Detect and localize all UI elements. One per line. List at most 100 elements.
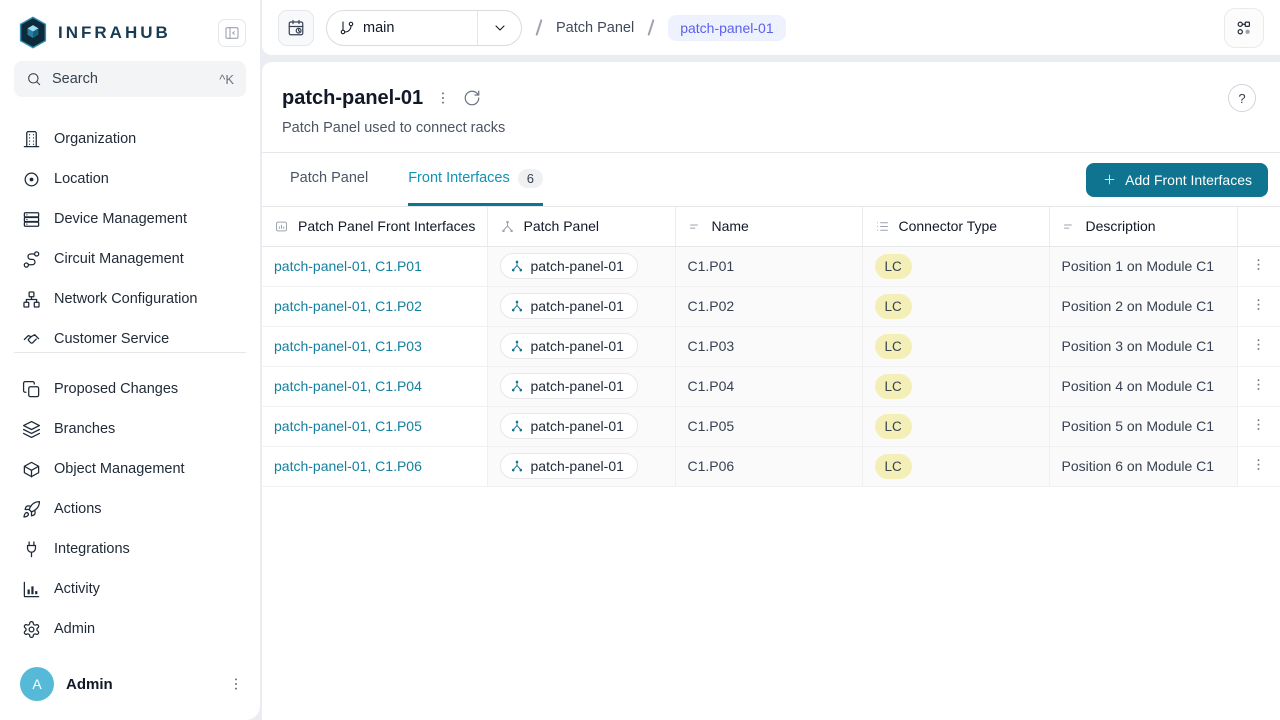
refresh-button[interactable] <box>463 89 481 107</box>
add-front-interfaces-button[interactable]: Add Front Interfaces <box>1086 163 1268 197</box>
description-cell: Position 5 on Module C1 <box>1049 406 1237 446</box>
relationship-icon <box>510 459 524 473</box>
patch-panel-chip[interactable]: patch-panel-01 <box>500 293 638 319</box>
user-menu-button[interactable] <box>228 676 244 692</box>
kebab-icon <box>1251 377 1266 392</box>
main-column: main Patch Panel patch-panel-01 patch-pa… <box>262 0 1280 720</box>
text-icon <box>1062 219 1077 234</box>
sidebar-item-device-management[interactable]: Device Management <box>14 199 246 239</box>
sidebar-item-label: Object Management <box>54 461 185 477</box>
table-row: patch-panel-01, C1.P04 patch-panel-01 C1… <box>262 366 1280 406</box>
row-menu-button[interactable] <box>1251 457 1266 472</box>
time-travel-button[interactable] <box>278 10 314 46</box>
sidebar-item-label: Branches <box>54 421 115 437</box>
connector-type-badge: LC <box>875 454 912 479</box>
table-row: patch-panel-01, C1.P06 patch-panel-01 C1… <box>262 446 1280 486</box>
sidebar-item-actions[interactable]: Actions <box>14 489 246 529</box>
patch-panel-chip-label: patch-panel-01 <box>531 418 624 434</box>
row-menu-button[interactable] <box>1251 337 1266 352</box>
sidebar-item-circuit-management[interactable]: Circuit Management <box>14 239 246 279</box>
page-subtitle: Patch Panel used to connect racks <box>282 120 1256 136</box>
user-name: Admin <box>66 676 216 693</box>
calendar-clock-icon <box>287 19 305 37</box>
sidebar-item-location[interactable]: Location <box>14 159 246 199</box>
app-root: INFRAHUB Search ^K Organization <box>0 0 1280 720</box>
breadcrumb-separator <box>648 19 655 36</box>
plug-icon <box>22 540 41 559</box>
sidebar-item-customer-service[interactable]: Customer Service <box>14 319 246 349</box>
breadcrumb-separator <box>535 19 542 36</box>
branch-name: main <box>363 20 394 36</box>
kebab-icon <box>1251 257 1266 272</box>
row-menu-button[interactable] <box>1251 377 1266 392</box>
sidebar-item-network-configuration[interactable]: Network Configuration <box>14 279 246 319</box>
column-header-name: Name <box>675 207 862 246</box>
object-menu-button[interactable] <box>435 90 451 106</box>
kebab-icon <box>1251 337 1266 352</box>
name-cell: C1.P03 <box>675 326 862 366</box>
connector-type-badge: LC <box>875 414 912 439</box>
patch-panel-chip[interactable]: patch-panel-01 <box>500 373 638 399</box>
collapse-sidebar-button[interactable] <box>218 19 246 47</box>
patch-panel-chip[interactable]: patch-panel-01 <box>500 413 638 439</box>
patch-panel-chip[interactable]: patch-panel-01 <box>500 453 638 479</box>
schema-explorer-button[interactable] <box>1224 8 1264 48</box>
help-button[interactable]: ? <box>1228 84 1256 112</box>
brand-wordmark: INFRAHUB <box>58 23 208 43</box>
front-interface-link[interactable]: patch-panel-01, C1.P02 <box>274 298 422 314</box>
refresh-icon <box>463 89 481 107</box>
breadcrumb-current[interactable]: patch-panel-01 <box>668 15 785 41</box>
breadcrumb-parent[interactable]: Patch Panel <box>556 20 634 36</box>
tabs-bar: Patch Panel Front Interfaces 6 Add Front… <box>262 153 1280 207</box>
connector-type-badge: LC <box>875 254 912 279</box>
sidebar-item-object-management[interactable]: Object Management <box>14 449 246 489</box>
search-input[interactable]: Search ^K <box>14 61 246 97</box>
row-menu-button[interactable] <box>1251 257 1266 272</box>
sidebar-item-label: Integrations <box>54 541 130 557</box>
tab-patch-panel[interactable]: Patch Panel <box>290 153 368 206</box>
sidebar-header: INFRAHUB <box>0 0 260 61</box>
row-menu-button[interactable] <box>1251 417 1266 432</box>
sidebar-item-activity[interactable]: Activity <box>14 569 246 609</box>
patch-panel-chip-label: patch-panel-01 <box>531 338 624 354</box>
kebab-icon <box>435 90 451 106</box>
patch-panel-chip[interactable]: patch-panel-01 <box>500 333 638 359</box>
add-button-label: Add Front Interfaces <box>1125 172 1252 188</box>
sidebar-item-organization[interactable]: Organization <box>14 119 246 159</box>
branch-selector[interactable]: main <box>326 10 522 46</box>
patch-panel-chip[interactable]: patch-panel-01 <box>500 253 638 279</box>
search-icon <box>26 71 42 87</box>
table-row: patch-panel-01, C1.P02 patch-panel-01 C1… <box>262 286 1280 326</box>
description-cell: Position 3 on Module C1 <box>1049 326 1237 366</box>
name-cell: C1.P02 <box>675 286 862 326</box>
object-header: patch-panel-01 ? Patch Panel used to con… <box>262 62 1280 153</box>
branch-selector-caret[interactable] <box>477 11 521 45</box>
sidebar-item-integrations[interactable]: Integrations <box>14 529 246 569</box>
front-interface-link[interactable]: patch-panel-01, C1.P01 <box>274 258 422 274</box>
kebab-icon <box>1251 417 1266 432</box>
sidebar-item-label: Proposed Changes <box>54 381 178 397</box>
name-cell: C1.P06 <box>675 446 862 486</box>
user-menu[interactable]: A Admin <box>0 658 260 710</box>
sidebar-item-admin[interactable]: Admin <box>14 609 246 649</box>
avatar: A <box>20 667 54 701</box>
sidebar-menu-secondary: Proposed Changes Branches Object Managem… <box>0 369 260 649</box>
description-cell: Position 2 on Module C1 <box>1049 286 1237 326</box>
sidebar-item-proposed-changes[interactable]: Proposed Changes <box>14 369 246 409</box>
sidebar-item-branches[interactable]: Branches <box>14 409 246 449</box>
sidebar: INFRAHUB Search ^K Organization <box>0 0 260 720</box>
row-menu-button[interactable] <box>1251 297 1266 312</box>
tab-front-interfaces[interactable]: Front Interfaces 6 <box>408 153 543 206</box>
infrahub-logo <box>18 16 48 49</box>
front-interface-link[interactable]: patch-panel-01, C1.P06 <box>274 458 422 474</box>
sidebar-item-label: Activity <box>54 581 100 597</box>
name-cell: C1.P04 <box>675 366 862 406</box>
column-header-description: Description <box>1049 207 1237 246</box>
table-row: patch-panel-01, C1.P03 patch-panel-01 C1… <box>262 326 1280 366</box>
column-header-connector-type: Connector Type <box>862 207 1049 246</box>
front-interface-link[interactable]: patch-panel-01, C1.P04 <box>274 378 422 394</box>
front-interface-link[interactable]: patch-panel-01, C1.P05 <box>274 418 422 434</box>
front-interface-link[interactable]: patch-panel-01, C1.P03 <box>274 338 422 354</box>
sidebar-menu-primary: Organization Location Device Management … <box>0 119 260 349</box>
sidebar-item-label: Location <box>54 171 109 187</box>
